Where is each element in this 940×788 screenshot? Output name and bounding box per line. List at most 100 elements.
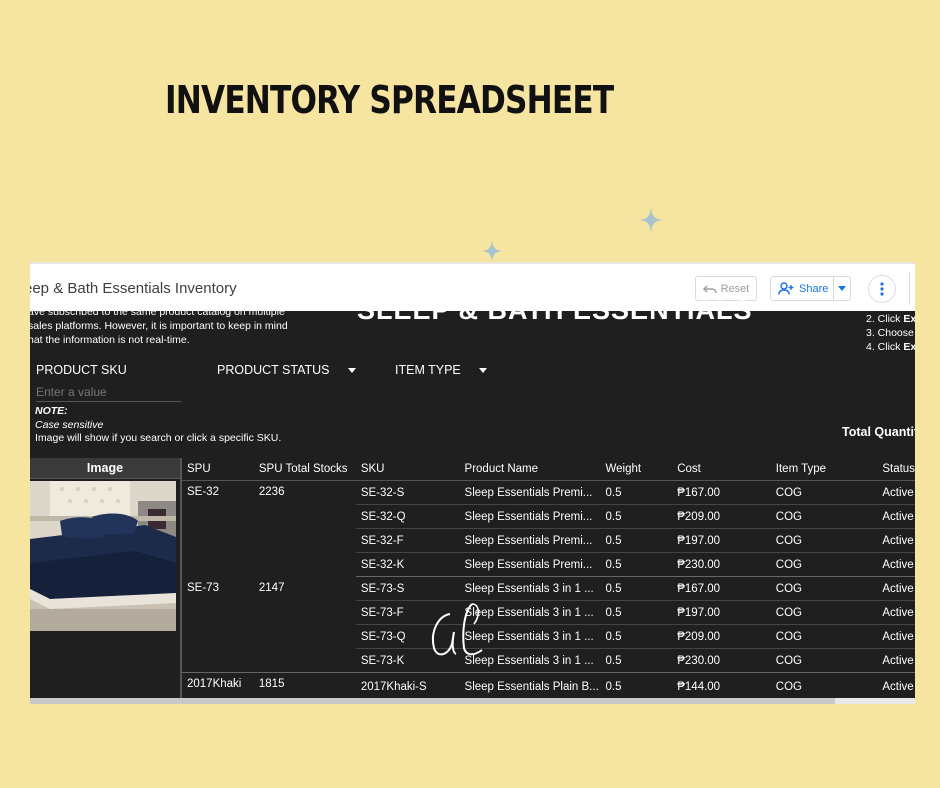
document-title[interactable]: eep & Bath Essentials Inventory <box>30 280 237 297</box>
note-line: Case sensitive <box>35 418 104 431</box>
sku-cell[interactable]: SE-32-S <box>355 480 460 505</box>
status-cell[interactable]: Active <box>877 504 915 529</box>
status-cell[interactable]: Active <box>877 576 915 601</box>
item-type-filter[interactable]: ITEM TYPE <box>395 363 487 377</box>
weight-cell[interactable]: 0.5 <box>600 648 673 673</box>
cost-cell[interactable]: ₱209.00 <box>672 504 771 529</box>
product-name-cell[interactable]: Sleep Essentials Premi... <box>459 480 601 505</box>
cost-cell[interactable]: ₱167.00 <box>672 576 771 601</box>
cost-cell[interactable]: ₱167.00 <box>672 480 771 505</box>
weight-cell[interactable]: 0.5 <box>600 624 673 649</box>
weight-cell[interactable]: 0.5 <box>600 552 673 577</box>
column-header-spu-total-stocks[interactable]: SPU Total Stocks <box>253 457 356 481</box>
item-type-cell[interactable]: COG <box>770 600 878 625</box>
intro-line: hat the information is not real-time. <box>30 334 190 346</box>
status-cell[interactable]: Active <box>877 480 915 505</box>
table-header-row: SPU SPU Total Stocks SKU Product Name We… <box>182 457 915 481</box>
step-line: 2. Click Ex <box>866 313 915 325</box>
note-title: NOTE: <box>35 405 68 417</box>
item-type-cell[interactable]: COG <box>770 552 878 577</box>
weight-cell[interactable]: 0.5 <box>600 504 673 529</box>
status-cell[interactable]: Active <box>877 528 915 553</box>
product-name-cell[interactable]: Sleep Essentials Premi... <box>459 552 601 577</box>
item-type-cell[interactable]: COG <box>770 528 878 553</box>
spu-cell[interactable]: 2017Khaki <box>182 673 254 702</box>
product-image[interactable] <box>30 481 176 631</box>
item-type-cell[interactable]: COG <box>770 576 878 601</box>
product-name-cell[interactable]: Sleep Essentials Premi... <box>459 504 601 529</box>
status-cell[interactable]: Active <box>877 624 915 649</box>
spu-total-cell[interactable]: 2236 <box>254 481 356 577</box>
cost-cell[interactable]: ₱144.00 <box>672 672 771 702</box>
export-steps: 2. Click Ex 3. Choose 4. Click Ex <box>866 312 915 354</box>
cost-cell[interactable]: ₱230.00 <box>672 552 771 577</box>
column-header-weight[interactable]: Weight <box>600 457 673 481</box>
more-vert-icon <box>880 282 884 296</box>
status-cell[interactable]: Active <box>877 600 915 625</box>
column-header-cost[interactable]: Cost <box>672 457 771 481</box>
step-line: 3. Choose <box>866 327 914 339</box>
caret-down-icon <box>837 286 846 291</box>
item-type-cell[interactable]: COG <box>770 672 878 702</box>
item-type-cell[interactable]: COG <box>770 480 878 505</box>
image-panel: Image <box>30 458 180 698</box>
scrollbar-thumb[interactable] <box>30 698 835 704</box>
cost-cell[interactable]: ₱197.00 <box>672 600 771 625</box>
page-title: INVENTORY SPREADSHEET <box>165 78 614 122</box>
sku-cell[interactable]: SE-32-K <box>355 552 460 577</box>
status-cell[interactable]: Active <box>877 648 915 673</box>
table-row[interactable]: 2017Khaki 1815 2017Khaki-S Sleep Essenti… <box>182 672 915 702</box>
product-name-cell[interactable]: Sleep Essentials 3 in 1 ... <box>459 576 601 601</box>
cost-cell[interactable]: ₱197.00 <box>672 528 771 553</box>
sku-cell[interactable]: SE-73-S <box>355 576 460 601</box>
sparkle-icon <box>482 240 502 262</box>
toolbar-divider <box>909 272 910 305</box>
weight-cell[interactable]: 0.5 <box>600 576 673 601</box>
product-status-label: PRODUCT STATUS <box>217 363 330 377</box>
status-cell[interactable]: Active <box>877 672 915 702</box>
total-quantity-label: Total Quantit <box>842 425 915 439</box>
table-row[interactable]: SE-32 2236 SE-32-S Sleep Essentials Prem… <box>182 480 915 505</box>
note-text: NOTE: Case sensitive Image will show if … <box>35 405 281 446</box>
spu-cell[interactable]: SE-32 <box>182 481 254 577</box>
sku-cell[interactable]: SE-32-Q <box>355 504 460 529</box>
column-header-spu[interactable]: SPU <box>182 457 254 481</box>
spu-cell[interactable]: SE-73 <box>182 576 254 673</box>
cost-cell[interactable]: ₱209.00 <box>672 624 771 649</box>
table-row[interactable]: SE-73 2147 SE-73-S Sleep Essentials 3 in… <box>182 576 915 673</box>
weight-cell[interactable]: 0.5 <box>600 528 673 553</box>
share-button[interactable]: Share <box>770 276 851 301</box>
cost-cell[interactable]: ₱230.00 <box>672 648 771 673</box>
product-name-cell[interactable]: Sleep Essentials Premi... <box>459 528 601 553</box>
sku-cell[interactable]: SE-32-F <box>355 528 460 553</box>
item-type-cell[interactable]: COG <box>770 504 878 529</box>
reset-label: Reset <box>720 282 750 295</box>
spu-total-cell[interactable]: 1815 <box>254 673 356 702</box>
caret-down-icon <box>347 367 356 373</box>
horizontal-scrollbar[interactable] <box>30 698 915 704</box>
intro-line: ave subscribed to the same product catal… <box>30 306 285 318</box>
step-line: 4. Click Ex <box>866 341 915 353</box>
column-header-item-type[interactable]: Item Type <box>770 457 878 481</box>
intro-line: sales platforms. However, it is importan… <box>30 320 288 332</box>
item-type-cell[interactable]: COG <box>770 648 878 673</box>
weight-cell[interactable]: 0.5 <box>600 480 673 505</box>
share-dropdown-button[interactable] <box>832 277 850 300</box>
weight-cell[interactable]: 0.5 <box>600 672 673 702</box>
product-sku-input[interactable]: Enter a value <box>36 383 181 402</box>
status-cell[interactable]: Active <box>877 552 915 577</box>
product-status-filter[interactable]: PRODUCT STATUS <box>217 363 356 377</box>
image-header: Image <box>30 458 180 479</box>
column-header-sku[interactable]: SKU <box>355 457 460 481</box>
item-type-cell[interactable]: COG <box>770 624 878 649</box>
product-name-cell[interactable]: Sleep Essentials Plain B... <box>459 672 601 702</box>
sku-cell[interactable]: 2017Khaki-S <box>355 672 460 702</box>
column-header-status[interactable]: Status <box>877 457 915 481</box>
signature-watermark <box>432 603 483 656</box>
inventory-table: SPU SPU Total Stocks SKU Product Name We… <box>182 457 915 702</box>
weight-cell[interactable]: 0.5 <box>600 600 673 625</box>
more-options-button[interactable] <box>868 275 896 303</box>
spu-total-cell[interactable]: 2147 <box>253 576 356 673</box>
column-header-product-name[interactable]: Product Name <box>459 457 601 481</box>
add-person-icon <box>778 282 794 295</box>
